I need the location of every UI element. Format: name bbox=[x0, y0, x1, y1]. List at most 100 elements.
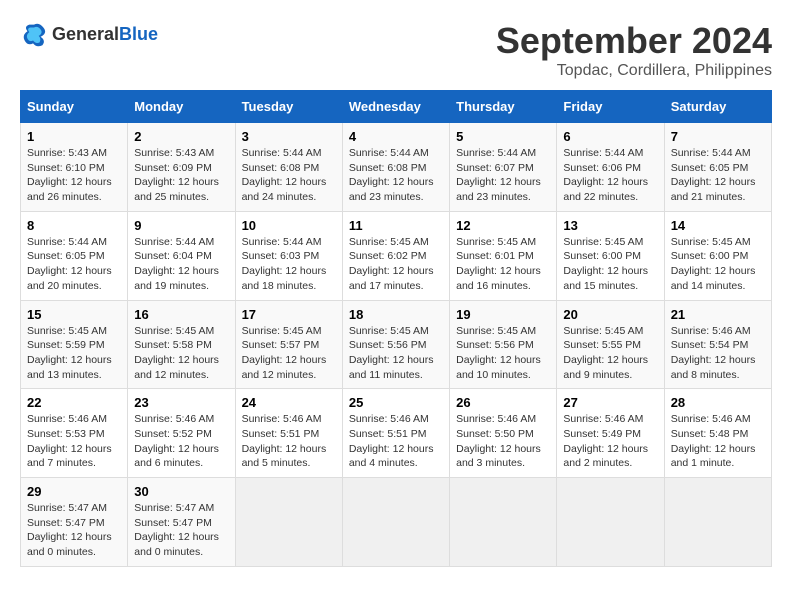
table-cell: 1 Sunrise: 5:43 AMSunset: 6:10 PMDaylight… bbox=[21, 123, 128, 212]
table-cell: 8 Sunrise: 5:44 AMSunset: 6:05 PMDaylight… bbox=[21, 211, 128, 300]
table-cell bbox=[557, 478, 664, 567]
header-row: Sunday Monday Tuesday Wednesday Thursday… bbox=[21, 91, 772, 123]
day-number: 18 bbox=[349, 307, 443, 322]
day-number: 5 bbox=[456, 129, 550, 144]
logo-blue: Blue bbox=[119, 24, 158, 44]
table-cell: 11 Sunrise: 5:45 AMSunset: 6:02 PMDayligh… bbox=[342, 211, 449, 300]
day-detail: Sunrise: 5:43 AMSunset: 6:10 PMDaylight:… bbox=[27, 147, 112, 203]
logo-general: General bbox=[52, 24, 119, 44]
day-number: 17 bbox=[242, 307, 336, 322]
table-cell bbox=[664, 478, 771, 567]
day-number: 12 bbox=[456, 218, 550, 233]
day-detail: Sunrise: 5:45 AMSunset: 5:56 PMDaylight:… bbox=[456, 325, 541, 381]
table-cell: 13Sunrise: 5:45 AMSunset: 6:00 PMDayligh… bbox=[557, 211, 664, 300]
table-cell: 29 Sunrise: 5:47 AMSunset: 5:47 PMDayligh… bbox=[21, 478, 128, 567]
table-cell: 7 Sunrise: 5:44 AMSunset: 6:05 PMDaylight… bbox=[664, 123, 771, 212]
table-cell: 4 Sunrise: 5:44 AMSunset: 6:08 PMDaylight… bbox=[342, 123, 449, 212]
day-detail: Sunrise: 5:44 AMSunset: 6:04 PMDaylight:… bbox=[134, 236, 219, 292]
col-saturday: Saturday bbox=[664, 91, 771, 123]
day-number: 2 bbox=[134, 129, 228, 144]
table-row: 29 Sunrise: 5:47 AMSunset: 5:47 PMDayligh… bbox=[21, 478, 772, 567]
day-number: 1 bbox=[27, 129, 121, 144]
day-number: 29 bbox=[27, 484, 121, 499]
day-number: 4 bbox=[349, 129, 443, 144]
day-detail: Sunrise: 5:45 AMSunset: 5:56 PMDaylight:… bbox=[349, 325, 434, 381]
day-number: 8 bbox=[27, 218, 121, 233]
day-detail: Sunrise: 5:44 AMSunset: 6:03 PMDaylight:… bbox=[242, 236, 327, 292]
day-detail: Sunrise: 5:45 AMSunset: 6:02 PMDaylight:… bbox=[349, 236, 434, 292]
day-detail: Sunrise: 5:45 AMSunset: 5:55 PMDaylight:… bbox=[563, 325, 648, 381]
col-friday: Friday bbox=[557, 91, 664, 123]
table-cell: 6Sunrise: 5:44 AMSunset: 6:06 PMDaylight… bbox=[557, 123, 664, 212]
day-number: 10 bbox=[242, 218, 336, 233]
calendar-table: Sunday Monday Tuesday Wednesday Thursday… bbox=[20, 90, 772, 567]
table-row: 15 Sunrise: 5:45 AMSunset: 5:59 PMDayligh… bbox=[21, 300, 772, 389]
day-number: 6 bbox=[563, 129, 657, 144]
day-number: 21 bbox=[671, 307, 765, 322]
day-number: 16 bbox=[134, 307, 228, 322]
table-row: 1 Sunrise: 5:43 AMSunset: 6:10 PMDaylight… bbox=[21, 123, 772, 212]
table-cell: 19 Sunrise: 5:45 AMSunset: 5:56 PMDayligh… bbox=[450, 300, 557, 389]
day-detail: Sunrise: 5:46 AMSunset: 5:51 PMDaylight:… bbox=[242, 413, 327, 469]
day-detail: Sunrise: 5:44 AMSunset: 6:05 PMDaylight:… bbox=[671, 147, 756, 203]
day-detail: Sunrise: 5:44 AMSunset: 6:05 PMDaylight:… bbox=[27, 236, 112, 292]
day-number: 24 bbox=[242, 395, 336, 410]
table-cell: 15 Sunrise: 5:45 AMSunset: 5:59 PMDayligh… bbox=[21, 300, 128, 389]
day-number: 20 bbox=[563, 307, 657, 322]
col-wednesday: Wednesday bbox=[342, 91, 449, 123]
day-number: 28 bbox=[671, 395, 765, 410]
logo: GeneralBlue bbox=[20, 20, 158, 48]
day-detail: Sunrise: 5:46 AMSunset: 5:49 PMDaylight:… bbox=[563, 413, 648, 469]
day-detail: Sunrise: 5:45 AMSunset: 5:57 PMDaylight:… bbox=[242, 325, 327, 381]
day-detail: Sunrise: 5:43 AMSunset: 6:09 PMDaylight:… bbox=[134, 147, 219, 203]
day-detail: Sunrise: 5:46 AMSunset: 5:54 PMDaylight:… bbox=[671, 325, 756, 381]
day-number: 30 bbox=[134, 484, 228, 499]
logo-text: GeneralBlue bbox=[52, 24, 158, 45]
col-monday: Monday bbox=[128, 91, 235, 123]
day-number: 27 bbox=[563, 395, 657, 410]
day-detail: Sunrise: 5:45 AMSunset: 5:58 PMDaylight:… bbox=[134, 325, 219, 381]
day-detail: Sunrise: 5:44 AMSunset: 6:08 PMDaylight:… bbox=[242, 147, 327, 203]
day-number: 11 bbox=[349, 218, 443, 233]
location-title: Topdac, Cordillera, Philippines bbox=[496, 62, 772, 80]
day-detail: Sunrise: 5:47 AMSunset: 5:47 PMDaylight:… bbox=[27, 502, 112, 558]
table-cell: 3Sunrise: 5:44 AMSunset: 6:08 PMDaylight… bbox=[235, 123, 342, 212]
day-number: 26 bbox=[456, 395, 550, 410]
table-cell: 28 Sunrise: 5:46 AMSunset: 5:48 PMDayligh… bbox=[664, 389, 771, 478]
day-detail: Sunrise: 5:46 AMSunset: 5:51 PMDaylight:… bbox=[349, 413, 434, 469]
table-row: 8 Sunrise: 5:44 AMSunset: 6:05 PMDaylight… bbox=[21, 211, 772, 300]
table-cell: 18 Sunrise: 5:45 AMSunset: 5:56 PMDayligh… bbox=[342, 300, 449, 389]
day-number: 7 bbox=[671, 129, 765, 144]
day-detail: Sunrise: 5:46 AMSunset: 5:50 PMDaylight:… bbox=[456, 413, 541, 469]
day-number: 14 bbox=[671, 218, 765, 233]
table-cell: 27 Sunrise: 5:46 AMSunset: 5:49 PMDayligh… bbox=[557, 389, 664, 478]
day-number: 19 bbox=[456, 307, 550, 322]
table-cell: 20 Sunrise: 5:45 AMSunset: 5:55 PMDayligh… bbox=[557, 300, 664, 389]
page-header: GeneralBlue September 2024 Topdac, Cordi… bbox=[20, 20, 772, 80]
day-number: 15 bbox=[27, 307, 121, 322]
table-row: 22Sunrise: 5:46 AMSunset: 5:53 PMDayligh… bbox=[21, 389, 772, 478]
table-cell: 5Sunrise: 5:44 AMSunset: 6:07 PMDaylight… bbox=[450, 123, 557, 212]
table-cell bbox=[450, 478, 557, 567]
month-title: September 2024 bbox=[496, 20, 772, 62]
table-cell: 26 Sunrise: 5:46 AMSunset: 5:50 PMDayligh… bbox=[450, 389, 557, 478]
table-cell: 22Sunrise: 5:46 AMSunset: 5:53 PMDayligh… bbox=[21, 389, 128, 478]
day-detail: Sunrise: 5:45 AMSunset: 5:59 PMDaylight:… bbox=[27, 325, 112, 381]
table-cell: 30 Sunrise: 5:47 AMSunset: 5:47 PMDayligh… bbox=[128, 478, 235, 567]
table-cell: 23Sunrise: 5:46 AMSunset: 5:52 PMDayligh… bbox=[128, 389, 235, 478]
col-thursday: Thursday bbox=[450, 91, 557, 123]
day-detail: Sunrise: 5:46 AMSunset: 5:52 PMDaylight:… bbox=[134, 413, 219, 469]
day-detail: Sunrise: 5:47 AMSunset: 5:47 PMDaylight:… bbox=[134, 502, 219, 558]
table-cell: 9Sunrise: 5:44 AMSunset: 6:04 PMDaylight… bbox=[128, 211, 235, 300]
day-detail: Sunrise: 5:45 AMSunset: 6:00 PMDaylight:… bbox=[671, 236, 756, 292]
table-cell bbox=[342, 478, 449, 567]
table-cell: 14 Sunrise: 5:45 AMSunset: 6:00 PMDayligh… bbox=[664, 211, 771, 300]
table-cell: 12Sunrise: 5:45 AMSunset: 6:01 PMDayligh… bbox=[450, 211, 557, 300]
table-cell: 21 Sunrise: 5:46 AMSunset: 5:54 PMDayligh… bbox=[664, 300, 771, 389]
day-number: 25 bbox=[349, 395, 443, 410]
table-cell: 25 Sunrise: 5:46 AMSunset: 5:51 PMDayligh… bbox=[342, 389, 449, 478]
day-detail: Sunrise: 5:44 AMSunset: 6:08 PMDaylight:… bbox=[349, 147, 434, 203]
table-cell bbox=[235, 478, 342, 567]
day-detail: Sunrise: 5:46 AMSunset: 5:53 PMDaylight:… bbox=[27, 413, 112, 469]
day-detail: Sunrise: 5:46 AMSunset: 5:48 PMDaylight:… bbox=[671, 413, 756, 469]
